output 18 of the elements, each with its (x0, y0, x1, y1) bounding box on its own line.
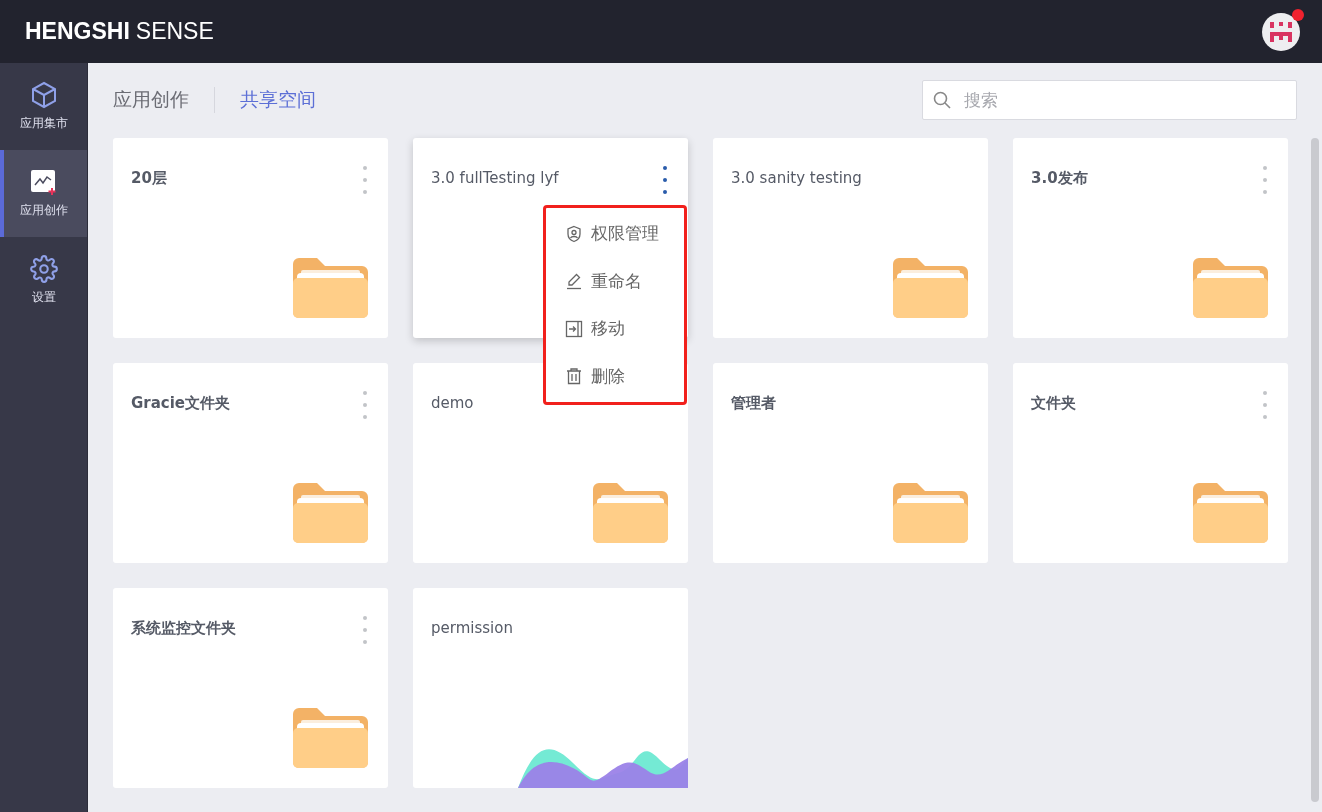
sidebar-label: 设置 (31, 289, 56, 306)
card-title: Gracie文件夹 (131, 394, 231, 413)
card-title: 系统监控文件夹 (131, 619, 236, 638)
card-title: 管理者 (731, 394, 776, 413)
card-title: permission (431, 619, 513, 637)
card-title: 3.0 sanity testing (731, 169, 862, 187)
card-title: 3.0发布 (1031, 169, 1088, 188)
menu-item-label: 移动 (591, 317, 625, 341)
sidebar-label: 应用集市 (19, 115, 68, 132)
menu-item-label: 删除 (591, 364, 625, 388)
menu-item-label: 重命名 (591, 269, 642, 293)
sidebar-label: 应用创作 (19, 202, 68, 219)
card-title: 3.0 fullTesting lyf (431, 169, 559, 187)
card-title: 文件夹 (1031, 394, 1076, 413)
card-title: demo (431, 394, 474, 412)
card-title: 20层 (131, 169, 167, 188)
menu-item-label: 权限管理 (591, 222, 659, 246)
logo: HENGSHI SENSE (25, 18, 214, 45)
